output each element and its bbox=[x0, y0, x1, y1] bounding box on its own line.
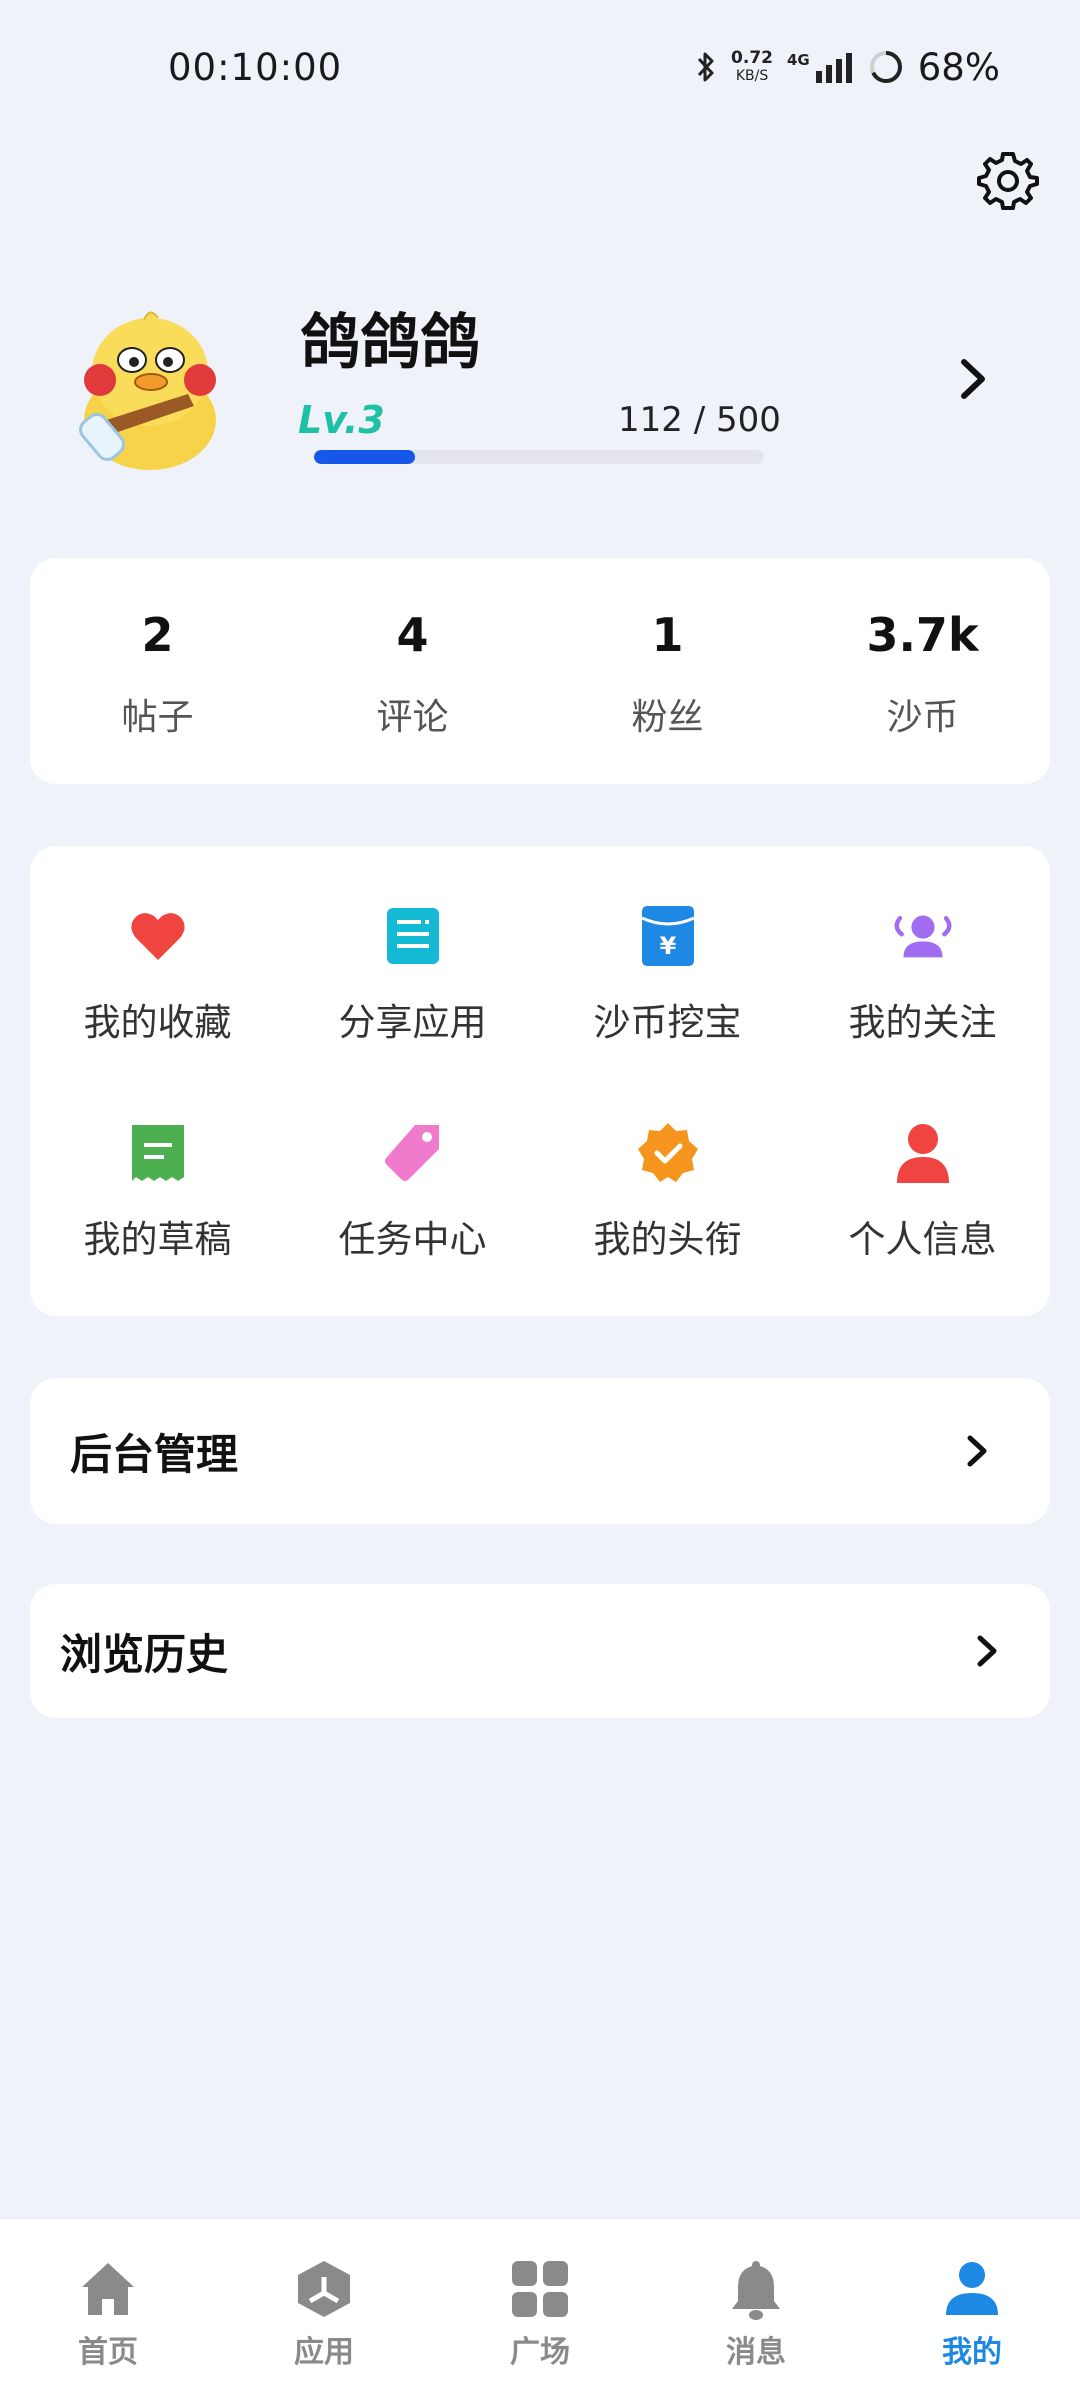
stat-fans[interactable]: 1 粉丝 bbox=[540, 558, 795, 784]
nav-square[interactable]: 广场 bbox=[432, 2219, 648, 2400]
following-icon bbox=[891, 904, 955, 968]
status-indicators: 0.72 KB/S 4G 68% bbox=[695, 44, 1000, 90]
feature-task-center[interactable]: 任务中心 bbox=[285, 1081, 540, 1298]
chevron-right-icon bbox=[977, 1635, 997, 1667]
stat-label: 评论 bbox=[376, 697, 449, 738]
person-icon bbox=[891, 1121, 955, 1185]
stat-comments[interactable]: 4 评论 bbox=[285, 558, 540, 784]
feature-drafts[interactable]: 我的草稿 bbox=[30, 1081, 285, 1298]
feature-label: 沙币挖宝 bbox=[593, 1001, 742, 1044]
profile-detail-button[interactable] bbox=[950, 348, 998, 410]
bluetooth-icon bbox=[697, 52, 714, 82]
grid-square-icon bbox=[512, 2261, 568, 2317]
feature-coin-treasure[interactable]: ¥ 沙币挖宝 bbox=[540, 864, 795, 1081]
settings-button[interactable] bbox=[976, 148, 1040, 212]
gear-icon bbox=[977, 152, 1039, 210]
nav-mine[interactable]: 我的 bbox=[864, 2219, 1080, 2400]
feature-personal-info[interactable]: 个人信息 bbox=[795, 1081, 1050, 1298]
feature-share-app[interactable]: 分享应用 bbox=[285, 864, 540, 1081]
chevron-right-icon bbox=[967, 1435, 987, 1467]
history-row[interactable]: 浏览历史 bbox=[30, 1584, 1050, 1718]
feature-my-titles[interactable]: 我的头衔 bbox=[540, 1081, 795, 1298]
bell-icon bbox=[732, 2261, 780, 2320]
username: 鸽鸽鸽 bbox=[300, 308, 480, 378]
title-badge-icon bbox=[636, 1121, 700, 1185]
network-speed: 0.72 KB/S bbox=[731, 48, 773, 84]
level-label: Lv.3 bbox=[298, 398, 385, 442]
stat-value: 3.7k bbox=[866, 608, 979, 662]
nav-label: 应用 bbox=[294, 2335, 354, 2370]
stat-coins[interactable]: 3.7k 沙币 bbox=[795, 558, 1050, 784]
nav-label: 首页 bbox=[78, 2335, 138, 2370]
chevron-right-icon bbox=[961, 359, 985, 399]
feature-following[interactable]: 我的关注 bbox=[795, 864, 1050, 1081]
task-tag-icon bbox=[381, 1121, 445, 1185]
treasure-coin-icon: ¥ bbox=[636, 904, 700, 968]
battery-percentage: 68% bbox=[917, 45, 1000, 89]
signal-strength: 4G bbox=[787, 51, 854, 83]
feature-grid: 我的收藏 分享应用 ¥ 沙币挖宝 我的关注 我的草稿 任务中心 我的头衔 个人信… bbox=[30, 846, 1050, 1316]
nav-messages[interactable]: 消息 bbox=[648, 2219, 864, 2400]
draft-icon bbox=[126, 1121, 190, 1185]
stat-posts[interactable]: 2 帖子 bbox=[30, 558, 285, 784]
stat-value: 2 bbox=[141, 608, 174, 662]
feature-label: 我的关注 bbox=[848, 1001, 997, 1044]
signal-icon bbox=[815, 53, 852, 83]
nav-label: 消息 bbox=[726, 2335, 786, 2370]
xp-progress-text: 112 / 500 bbox=[618, 400, 781, 440]
feature-label: 任务中心 bbox=[338, 1218, 487, 1261]
xp-progress-bar bbox=[314, 450, 764, 464]
profile-icon bbox=[946, 2262, 998, 2315]
feature-favorites[interactable]: 我的收藏 bbox=[30, 864, 285, 1081]
avatar[interactable] bbox=[70, 302, 230, 472]
feature-label: 我的头衔 bbox=[593, 1218, 742, 1261]
admin-row-title: 后台管理 bbox=[70, 1429, 239, 1479]
stat-label: 帖子 bbox=[121, 697, 194, 738]
stat-value: 4 bbox=[396, 608, 429, 662]
heart-icon bbox=[126, 904, 190, 968]
admin-row[interactable]: 后台管理 bbox=[30, 1378, 1050, 1524]
stat-label: 粉丝 bbox=[631, 697, 704, 738]
nav-label: 我的 bbox=[942, 2335, 1002, 2370]
nav-apps[interactable]: 应用 bbox=[216, 2219, 432, 2400]
xp-progress-fill bbox=[314, 450, 415, 464]
status-bar: 00:10:00 0.72 KB/S 4G 68% bbox=[0, 0, 1080, 140]
feature-label: 分享应用 bbox=[338, 1001, 487, 1044]
feature-label: 我的草稿 bbox=[83, 1218, 232, 1261]
svg-text:¥: ¥ bbox=[659, 932, 676, 960]
battery-ring-icon bbox=[869, 51, 902, 83]
stats-card: 2 帖子 4 评论 1 粉丝 3.7k 沙币 bbox=[30, 558, 1050, 784]
home-icon bbox=[82, 2263, 134, 2315]
stat-value: 1 bbox=[651, 608, 684, 662]
feature-label: 个人信息 bbox=[848, 1218, 997, 1261]
nav-label: 广场 bbox=[510, 2335, 570, 2370]
apps-box-icon bbox=[298, 2261, 350, 2317]
duck-avatar-icon bbox=[79, 311, 216, 470]
history-row-title: 浏览历史 bbox=[60, 1629, 229, 1679]
bottom-nav: 首页 应用 广场 消息 我的 bbox=[0, 2218, 1080, 2400]
status-time: 00:10:00 bbox=[168, 46, 343, 89]
share-app-icon bbox=[381, 904, 445, 968]
stat-label: 沙币 bbox=[886, 697, 959, 738]
feature-label: 我的收藏 bbox=[83, 1001, 232, 1044]
nav-home[interactable]: 首页 bbox=[0, 2219, 216, 2400]
